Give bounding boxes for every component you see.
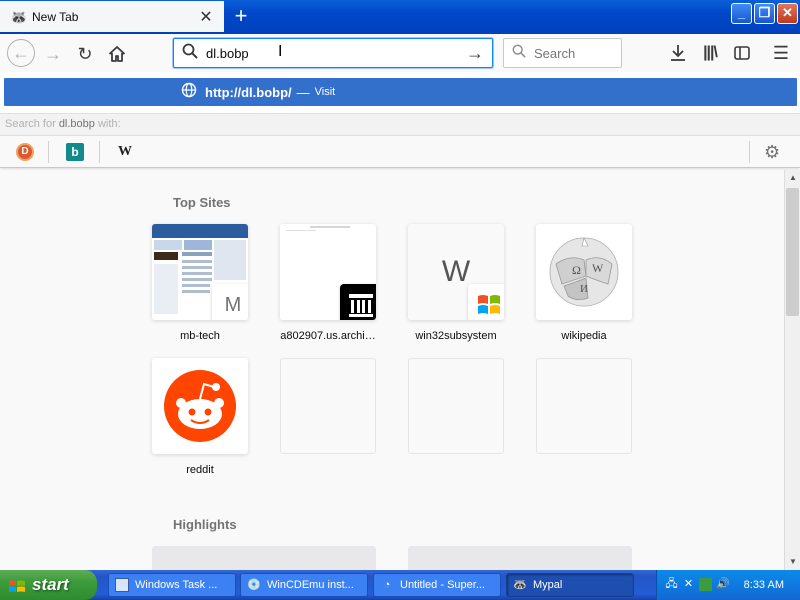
suggestion-action: Visit [314,86,336,98]
taskbar: start Windows Task ... 💿 WinCDEmu inst..… [0,570,800,600]
scroll-down-arrow-icon[interactable]: ▼ [785,554,800,570]
url-bar[interactable]: → [173,38,493,68]
top-site-label: mb-tech [180,330,220,342]
search-bar[interactable] [503,38,622,68]
gear-icon[interactable]: ⚙ [764,142,780,163]
divider [99,141,100,163]
empty-top-site-slot[interactable] [280,358,376,454]
top-site-tile-archive[interactable] [280,224,376,320]
scroll-up-arrow-icon[interactable]: ▲ [785,170,800,186]
suggestion-separator: — [296,84,310,100]
one-off-search-engines: D b W ⚙ [0,135,800,168]
network-icon[interactable]: 🖧 [665,578,678,591]
windows-logo-icon [468,284,504,320]
duckduckgo-icon[interactable]: D [16,143,34,161]
vertical-scrollbar[interactable]: ▲ ▼ [784,170,800,570]
search-icon [182,43,200,64]
svg-text:И: И [580,283,588,295]
downloads-icon[interactable] [666,41,690,65]
speaker-icon[interactable]: 🔊 [716,578,730,591]
maximize-button[interactable]: ❐ [754,3,775,24]
search-for-suffix: with: [97,118,121,130]
wikipedia-globe-icon: Ω W И [549,237,619,307]
divider [749,141,750,163]
archive-building-icon [340,284,376,320]
url-input[interactable] [200,45,466,61]
new-tab-button[interactable]: + [228,3,254,29]
windows-flag-icon [8,576,26,600]
taskbar-item-label: WinCDEmu inst... [267,579,354,591]
task-manager-icon [115,578,129,592]
reddit-logo-icon [164,370,236,442]
app-icon: ◔ [383,579,391,591]
top-site-tile-wikipedia[interactable]: Ω W И [536,224,632,320]
clock: 8:33 AM [743,579,784,591]
reload-icon[interactable]: ↻ [72,41,98,67]
tab-close-icon[interactable]: ✕ [198,7,214,27]
back-icon[interactable]: ← [7,39,35,67]
title-bar: 🦝 New Tab ✕ + _ ❐ ✕ [0,0,800,34]
empty-top-site-slot[interactable] [536,358,632,454]
top-site-label: reddit [186,464,214,476]
top-site-label: wikipedia [561,330,607,342]
top-sites-title: Top Sites [173,195,231,210]
top-site-label: a802907.us.archi… [280,330,376,342]
taskbar-item-untitled[interactable]: ◔ Untitled - Super... [373,573,501,597]
start-label: start [32,575,69,594]
empty-top-site-slot[interactable] [408,358,504,454]
urlbar-dropdown: http://dl.bobp/ — Visit Search for dl.bo… [0,72,800,170]
taskbar-item-label: Mypal [533,579,563,591]
highlight-card[interactable] [408,546,632,570]
sidebar-icon[interactable] [730,41,754,65]
system-tray: 🖧 ✕ 🔊 8:33 AM [656,570,800,600]
search-for-label: Search for dl.bobp with: [0,113,800,135]
green-status-icon[interactable] [699,578,712,591]
forward-icon[interactable]: → [40,41,66,67]
top-site-tile-reddit[interactable] [152,358,248,454]
url-suggestion[interactable]: http://dl.bobp/ — Visit [4,78,797,106]
svg-text:W: W [592,261,604,275]
navigation-toolbar: ← → ↻ → |||\ ☰ [0,34,800,72]
new-tab-page: Top Sites M mb-tech a802907.us.archi… W … [0,170,784,570]
security-alert-icon[interactable]: ✕ [682,578,695,591]
taskbar-item-task-manager[interactable]: Windows Task ... [108,573,236,597]
library-icon[interactable]: |||\ [698,41,722,65]
start-button[interactable]: start [0,570,97,600]
tab-new-tab[interactable]: 🦝 New Tab ✕ [0,1,224,32]
taskbar-item-wincdemu[interactable]: 💿 WinCDEmu inst... [240,573,368,597]
go-arrow-icon[interactable]: → [466,43,484,64]
globe-icon [181,82,197,103]
search-icon [512,44,526,62]
text-cursor-icon: I [278,43,283,60]
bing-icon[interactable]: b [66,143,84,161]
divider [48,141,49,163]
svg-text:Ω: Ω [572,263,581,277]
search-for-prefix: Search for [5,118,56,130]
tab-title: New Tab [32,9,79,24]
top-site-tile-win32subsystem[interactable]: W [408,224,504,320]
minimize-button[interactable]: _ [731,3,752,24]
mypal-icon: 🦝 [513,579,527,591]
search-for-term: dl.bobp [58,118,95,130]
taskbar-item-label: Windows Task ... [135,579,218,591]
close-window-button[interactable]: ✕ [777,3,798,24]
top-site-tile-mb-tech[interactable]: M [152,224,248,320]
suggestion-url: http://dl.bobp/ [205,84,292,100]
wincdemu-icon: 💿 [247,579,261,591]
highlight-card[interactable] [152,546,376,570]
highlights-title: Highlights [173,517,237,532]
site-letter-badge: M [212,284,248,320]
browser-logo-icon: 🦝 [10,8,28,25]
taskbar-item-label: Untitled - Super... [400,579,485,591]
menu-icon[interactable]: ☰ [769,41,793,65]
top-site-label: win32subsystem [415,330,497,342]
search-input[interactable] [534,45,614,61]
taskbar-item-mypal[interactable]: 🦝 Mypal [506,573,634,597]
home-icon[interactable] [104,41,130,67]
scrollbar-thumb[interactable] [786,188,799,316]
wikipedia-icon[interactable]: W [116,143,134,161]
